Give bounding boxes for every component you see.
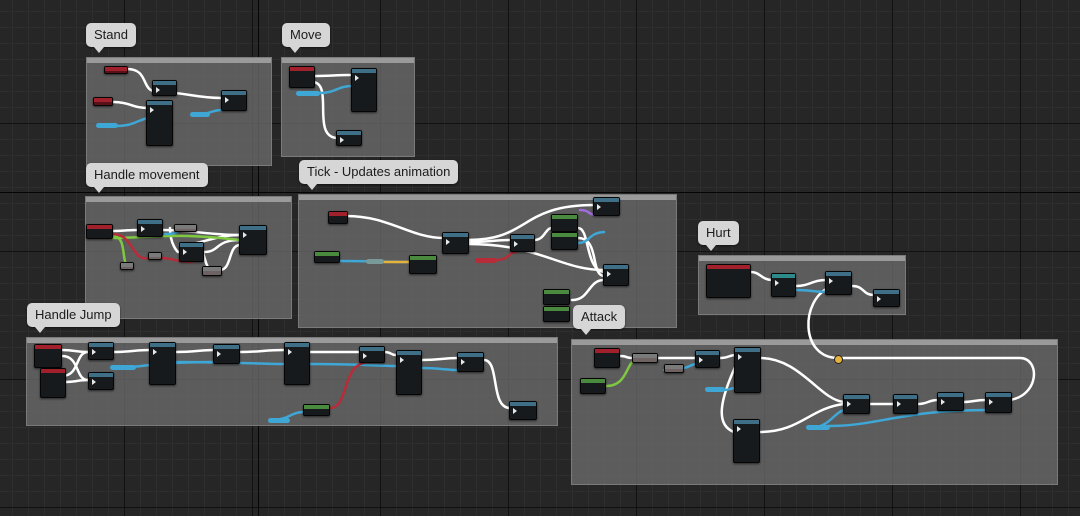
exec-wire	[174, 348, 216, 354]
event-node[interactable]	[86, 224, 113, 239]
function-node[interactable]	[174, 224, 197, 232]
exec-wire	[238, 348, 286, 354]
exec-wire	[112, 348, 152, 354]
exec-wire	[749, 270, 774, 282]
exec-wire	[532, 226, 554, 242]
function-node[interactable]	[771, 273, 796, 297]
function-node[interactable]	[351, 68, 377, 112]
variable-node[interactable]	[190, 112, 210, 117]
function-node[interactable]	[664, 364, 684, 373]
exec-wire	[111, 100, 150, 110]
exec-wire	[344, 214, 446, 240]
pure-node[interactable]	[580, 378, 606, 394]
pure-node[interactable]	[543, 306, 570, 322]
pure-node[interactable]	[551, 232, 578, 250]
exec-wire	[916, 398, 940, 406]
function-node[interactable]	[985, 392, 1012, 413]
event-node[interactable]	[328, 211, 348, 224]
pure-node[interactable]	[303, 404, 330, 416]
pure-node[interactable]	[314, 251, 340, 263]
variable-node[interactable]	[110, 365, 136, 370]
event-node[interactable]	[289, 66, 315, 88]
function-node[interactable]	[733, 419, 760, 463]
function-node[interactable]	[632, 353, 658, 363]
function-node[interactable]	[149, 342, 176, 385]
comment-label-attack[interactable]: Attack	[573, 305, 626, 335]
exec-wire	[618, 354, 634, 360]
exec-wire	[110, 228, 140, 233]
exec-wire	[850, 284, 876, 297]
function-node[interactable]	[603, 264, 629, 286]
function-node[interactable]	[88, 372, 114, 390]
exec-wire	[794, 278, 828, 288]
comment-label-tick[interactable]: Tick - Updates animation	[299, 160, 459, 190]
function-node[interactable]	[359, 346, 385, 363]
variable-node[interactable]	[475, 258, 497, 263]
function-node[interactable]	[893, 394, 918, 414]
event-node[interactable]	[34, 344, 62, 368]
exec-wire	[962, 398, 988, 404]
function-node[interactable]	[221, 90, 247, 111]
wire-layer	[60, 67, 1036, 434]
comment-label-handle-jump[interactable]: Handle Jump	[27, 303, 120, 333]
function-node[interactable]	[152, 80, 177, 96]
comment-label-hurt[interactable]: Hurt	[698, 221, 739, 251]
function-node[interactable]	[179, 242, 204, 262]
function-node[interactable]	[843, 394, 870, 414]
function-node[interactable]	[148, 252, 162, 260]
exec-wire	[420, 356, 460, 362]
function-node[interactable]	[695, 350, 720, 368]
function-node[interactable]	[825, 271, 852, 295]
event-node[interactable]	[706, 264, 751, 298]
function-node[interactable]	[284, 342, 310, 385]
variable-node[interactable]	[806, 425, 830, 430]
variable-node[interactable]	[268, 418, 290, 423]
event-node[interactable]	[93, 97, 113, 106]
function-node[interactable]	[937, 392, 964, 411]
bool-wire	[494, 250, 518, 262]
function-node[interactable]	[120, 262, 134, 270]
function-node[interactable]	[396, 350, 422, 395]
exec-wire	[382, 350, 398, 357]
object-wire	[420, 366, 462, 372]
function-node[interactable]	[239, 225, 267, 255]
function-node[interactable]	[137, 219, 163, 237]
event-node[interactable]	[104, 66, 128, 74]
reroute-node[interactable]	[834, 355, 843, 364]
exec-wire	[807, 285, 840, 360]
pure-node[interactable]	[409, 255, 437, 274]
pure-node[interactable]	[543, 289, 570, 305]
function-node[interactable]	[442, 232, 469, 254]
pure-node[interactable]	[551, 214, 578, 232]
function-node[interactable]	[510, 234, 535, 252]
exec-wire	[570, 278, 606, 302]
function-node[interactable]	[213, 344, 240, 364]
exec-wire	[218, 243, 242, 272]
object-wire	[308, 362, 400, 368]
exec-wire	[310, 73, 352, 78]
exec-wire	[482, 358, 512, 410]
event-node[interactable]	[40, 368, 66, 398]
exec-wire	[758, 356, 846, 404]
function-node[interactable]	[88, 342, 114, 360]
function-node[interactable]	[873, 289, 900, 307]
variable-node[interactable]	[96, 123, 118, 128]
function-node[interactable]	[734, 347, 761, 393]
function-node[interactable]	[146, 100, 173, 146]
bool-wire	[328, 360, 372, 410]
variable-node[interactable]	[296, 91, 320, 96]
variable-node[interactable]	[366, 259, 384, 264]
event-node[interactable]	[594, 348, 620, 368]
comment-label-move[interactable]: Move	[282, 23, 330, 53]
object-wire	[318, 84, 354, 95]
function-node[interactable]	[593, 197, 620, 216]
exec-wire	[466, 242, 606, 272]
function-node[interactable]	[509, 401, 537, 420]
comment-label-stand[interactable]: Stand	[86, 23, 136, 53]
variable-node[interactable]	[705, 387, 725, 392]
function-node[interactable]	[336, 130, 362, 146]
function-node[interactable]	[202, 266, 222, 276]
comment-label-handle-movement[interactable]: Handle movement	[86, 163, 208, 193]
function-node[interactable]	[457, 352, 484, 372]
